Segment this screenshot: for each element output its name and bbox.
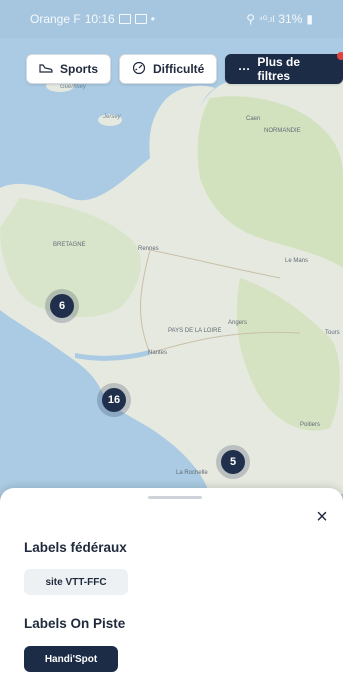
more-filters-label: Plus de filtres — [257, 55, 301, 83]
active-filter-indicator — [337, 52, 343, 60]
status-bar: Orange F 10:16 • ⚲ ⁴ᴳ.ıl 31% ▮ — [0, 0, 343, 38]
map-label-le-mans: Le Mans — [285, 258, 309, 264]
map-label-angers: Angers — [228, 320, 248, 326]
dot-icon: • — [150, 12, 155, 26]
close-icon[interactable]: × — [311, 506, 333, 528]
map-label-rennes: Rennes — [138, 246, 159, 252]
shoe-icon — [39, 62, 53, 77]
map-label-pays-loire: PAYS DE LA LOIRE — [168, 328, 222, 334]
sports-filter-label: Sports — [60, 62, 99, 76]
notification-icon — [134, 14, 147, 24]
tag-site-vtt-ffc[interactable]: site VTT-FFC — [24, 569, 128, 595]
location-icon: ⚲ — [246, 12, 256, 26]
status-right: ⚲ ⁴ᴳ.ıl 31% ▮ — [246, 12, 313, 26]
signal-icon: ⁴ᴳ.ıl — [259, 14, 275, 24]
carrier-label: Orange F — [30, 12, 81, 26]
map-label-caen: Caen — [246, 116, 261, 122]
battery-icon: ▮ — [306, 12, 313, 26]
map-label-la-rochelle: La Rochelle — [176, 470, 208, 476]
map-label-bretagne: BRETAGNE — [53, 242, 86, 248]
cluster-marker[interactable]: 5 — [221, 450, 245, 474]
map-label-normandie: NORMANDIE — [264, 128, 301, 134]
more-dots-icon: ··· — [238, 62, 251, 76]
map-label-tours: Tours — [325, 330, 340, 336]
map-label-jersey: Jersey — [103, 114, 121, 120]
gauge-icon — [132, 61, 146, 78]
filter-bottom-sheet: × Labels fédéraux site VTT-FFC Labels On… — [0, 488, 343, 676]
map-canvas — [0, 58, 343, 494]
difficulty-filter-button[interactable]: Difficulté — [119, 54, 218, 84]
map-label-poitiers: Poitiers — [300, 422, 321, 428]
status-left: Orange F 10:16 • — [30, 12, 155, 26]
time-label: 10:16 — [84, 12, 115, 26]
section-title-onpiste: Labels On Piste — [24, 616, 126, 631]
cluster-marker[interactable]: 6 — [50, 294, 74, 318]
gallery-icon — [118, 14, 131, 24]
map-view[interactable]: Guernsey Jersey Caen NORMANDIE BRETAGNE … — [0, 38, 343, 494]
map-label-nantes: Nantes — [148, 350, 168, 356]
filter-bar: Sports Difficulté ··· Plus de filtres — [26, 52, 343, 84]
cluster-marker[interactable]: 16 — [102, 388, 126, 412]
sheet-drag-handle[interactable] — [148, 496, 202, 499]
battery-label: 31% — [278, 12, 303, 26]
section-title-federal: Labels fédéraux — [24, 540, 127, 555]
more-filters-button[interactable]: ··· Plus de filtres — [225, 52, 343, 84]
tag-handispot[interactable]: Handi'Spot — [24, 646, 118, 672]
difficulty-filter-label: Difficulté — [153, 62, 205, 76]
sports-filter-button[interactable]: Sports — [26, 54, 112, 84]
map-label-guernsey: Guernsey — [60, 84, 87, 90]
